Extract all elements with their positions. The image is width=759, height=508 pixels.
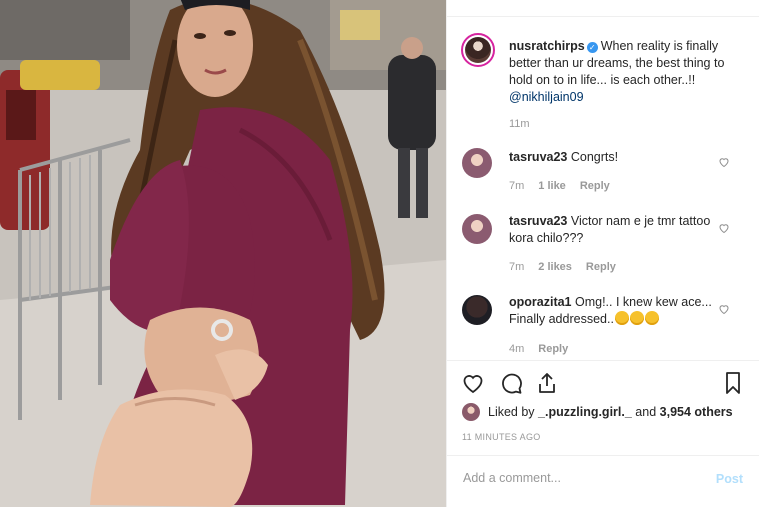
comment-like-heart-icon[interactable]: [718, 303, 730, 315]
likes-text: Liked by _.puzzling.girl._ and 3,954 oth…: [488, 405, 733, 419]
liker-avatar[interactable]: [462, 403, 480, 421]
bookmark-icon[interactable]: [721, 371, 745, 395]
comment-username[interactable]: tasruva23: [509, 150, 567, 164]
comment-reply-button[interactable]: Reply: [538, 343, 568, 355]
author-username[interactable]: nusratchirps: [509, 39, 585, 53]
comment-time: 7m: [509, 261, 525, 273]
share-icon[interactable]: [535, 371, 559, 395]
caption-time: 11m: [509, 118, 530, 130]
commenter-avatar[interactable]: [462, 148, 492, 178]
comment-like-heart-icon[interactable]: [718, 156, 730, 168]
like-heart-icon[interactable]: [461, 371, 485, 395]
caption-mention-link[interactable]: @nikhiljain09: [509, 90, 584, 104]
post-detail-panel: nusratchirps ✓ When reality is finally bet…: [446, 0, 759, 507]
liked-by-others-link[interactable]: 3,954 others: [660, 405, 733, 419]
liked-by-prefix: Liked by: [488, 405, 535, 419]
post-caption: nusratchirps ✓ When reality is finally bet…: [509, 38, 749, 106]
comment-like-heart-icon[interactable]: [718, 222, 730, 234]
photo-illustration: [0, 0, 446, 507]
comment-username[interactable]: tasruva23: [509, 214, 567, 228]
comment-time: 4m: [509, 343, 525, 355]
liked-by-and: and: [635, 405, 657, 419]
verified-badge-icon: ✓: [586, 42, 598, 53]
author-avatar[interactable]: [461, 33, 495, 67]
clapping-emoji-icon: [614, 311, 629, 325]
clapping-emoji-icon: [644, 311, 659, 325]
post-photo[interactable]: [0, 0, 446, 507]
comment-time: 7m: [509, 180, 525, 192]
comment-reply-button[interactable]: Reply: [580, 180, 610, 192]
add-comment-bar: Post: [447, 455, 759, 508]
comment-likes[interactable]: 1 like: [538, 180, 566, 192]
comment-reply-button[interactable]: Reply: [586, 261, 616, 273]
comment-meta: 7m 2 likes Reply: [509, 261, 630, 273]
post-comment-button[interactable]: Post: [716, 472, 743, 486]
post-timestamp[interactable]: 11 MINUTES AGO: [462, 432, 541, 442]
add-comment-input[interactable]: [461, 470, 685, 486]
liked-by-user-link[interactable]: _.puzzling.girl._: [538, 405, 632, 419]
comment-username[interactable]: oporazita1: [509, 295, 572, 309]
commenter-avatar[interactable]: [462, 295, 492, 325]
clapping-emoji-icon: [629, 311, 644, 325]
comment-text: Congrts!: [570, 150, 619, 164]
comment-bubble-icon[interactable]: [499, 371, 523, 395]
comment-meta: 7m 1 like Reply: [509, 180, 624, 192]
comment-meta: 4m Reply: [509, 343, 582, 355]
comment-text-block: oporazita1 Omg!.. I knew kew ace... Fina…: [509, 294, 719, 328]
actions-divider: [447, 360, 759, 361]
comment-text-block: tasruva23 Congrts!: [509, 149, 719, 166]
header-divider: [447, 0, 759, 17]
author-avatar-image: [465, 37, 491, 63]
commenter-avatar[interactable]: [462, 214, 492, 244]
comment-likes[interactable]: 2 likes: [538, 261, 572, 273]
comment-text-block: tasruva23 Victor nam e je tmr tattoo kor…: [509, 213, 719, 247]
